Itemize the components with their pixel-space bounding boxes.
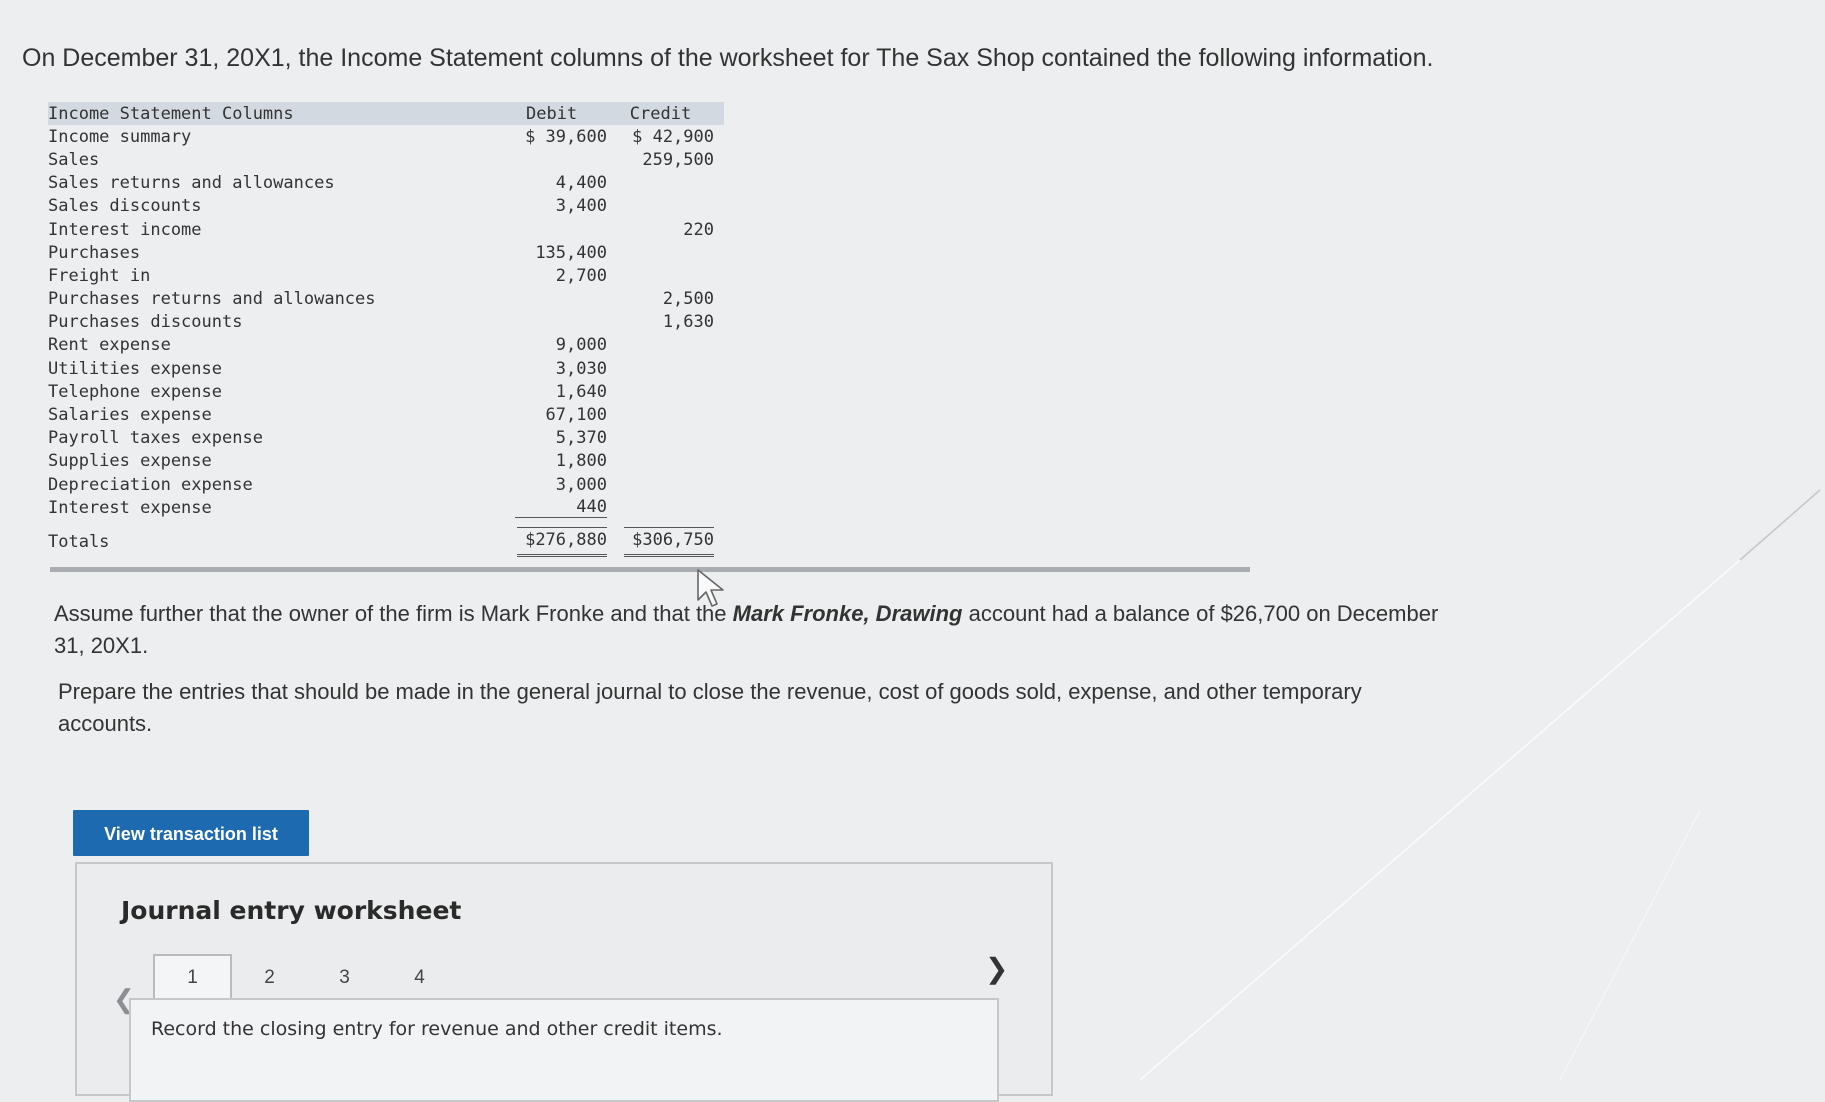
- account-name: Utilities expense: [48, 358, 222, 379]
- account-name: Purchases returns and allowances: [48, 289, 376, 310]
- table-body: Income summary $ 39,600 $ 42,900 Sales 259,…: [48, 125, 724, 558]
- account-name: Depreciation expense: [48, 474, 253, 495]
- account-name: Rent expense: [48, 335, 171, 356]
- view-transaction-list-button[interactable]: View transaction list: [73, 810, 309, 856]
- table-header-row: Income Statement Columns Debit Credit: [48, 102, 724, 126]
- table-row: Sales returns and allowances 4,400: [48, 172, 724, 195]
- debit-amount: 3,000: [555, 474, 607, 495]
- debit-amount: [496, 288, 607, 311]
- credit-amount: [607, 172, 724, 195]
- table-row: Income summary $ 39,600 $ 42,900: [48, 125, 724, 148]
- table-row: Payroll taxes expense 5,370: [48, 427, 724, 450]
- total-debit: $276,880: [516, 527, 607, 558]
- entry-prompt: Record the closing entry for revenue and…: [151, 1018, 723, 1040]
- debit-amount: 135,400: [535, 242, 607, 263]
- table-row: Sales discounts 3,400: [48, 195, 724, 218]
- debit-amount: 9,000: [555, 335, 607, 356]
- table-row: Salaries expense 67,100: [48, 403, 724, 426]
- debit-amount: 4,400: [555, 173, 607, 194]
- mouse-pointer-icon: [697, 569, 724, 607]
- worksheet-title: Journal entry worksheet: [121, 896, 462, 925]
- problem-intro: On December 31, 20X1, the Income Stateme…: [22, 44, 1434, 72]
- debit-amount: [496, 311, 607, 334]
- section-divider: [50, 567, 1250, 572]
- chevron-right-icon[interactable]: ❯: [985, 952, 1008, 985]
- table-row: Purchases 135,400: [48, 241, 724, 264]
- income-statement-table: Income Statement Columns Debit Credit In…: [48, 102, 724, 558]
- account-name: Salaries expense: [48, 405, 212, 426]
- debit-amount: 440: [496, 496, 607, 519]
- debit-amount: 2,700: [555, 265, 607, 286]
- credit-amount: [607, 403, 724, 426]
- table-row: Interest income 220: [48, 218, 724, 241]
- credit-amount: [607, 264, 724, 287]
- table-row: Telephone expense 1,640: [48, 380, 724, 403]
- totals-row: Totals $276,880 $306,750: [48, 519, 724, 558]
- account-name: Sales discounts: [48, 196, 202, 217]
- debit-amount: [496, 148, 607, 171]
- account-name: Telephone expense: [48, 381, 222, 402]
- total-credit: $306,750: [624, 527, 714, 558]
- screen-glare-reflection: [1140, 489, 1821, 1080]
- header-debit: Debit: [525, 103, 578, 124]
- credit-amount: [607, 357, 724, 380]
- account-name: Supplies expense: [48, 451, 212, 472]
- account-name: Freight in: [48, 265, 151, 286]
- account-name: Purchases: [48, 242, 141, 263]
- credit-amount: [607, 427, 724, 450]
- credit-amount: [607, 496, 724, 519]
- table-row: Purchases discounts 1,630: [48, 311, 724, 334]
- account-name: Purchases discounts: [48, 312, 243, 333]
- table-row: Sales 259,500: [48, 148, 724, 171]
- table-row: Purchases returns and allowances 2,500: [48, 288, 724, 311]
- account-name: Interest expense: [48, 497, 212, 518]
- credit-amount: 2,500: [662, 289, 714, 310]
- debit-amount: 3,030: [555, 358, 607, 379]
- account-name: Payroll taxes expense: [48, 428, 263, 449]
- debit-amount: 1,800: [555, 451, 607, 472]
- credit-amount: 1,630: [662, 312, 714, 333]
- debit-amount: 5,370: [555, 428, 607, 449]
- debit-amount: $ 39,600: [525, 126, 607, 147]
- table-row: Supplies expense 1,800: [48, 450, 724, 473]
- debit-amount: [496, 218, 607, 241]
- credit-amount: $ 42,900: [632, 126, 714, 147]
- table-row: Rent expense 9,000: [48, 334, 724, 357]
- credit-amount: 259,500: [642, 149, 714, 170]
- table-row: Interest expense 440: [48, 496, 724, 519]
- account-name: Income summary: [48, 126, 192, 147]
- entry-instructions-panel: Record the closing entry for revenue and…: [129, 998, 999, 1102]
- credit-amount: [607, 473, 724, 496]
- header-credit: Credit: [629, 103, 692, 124]
- debit-amount: 3,400: [555, 196, 607, 217]
- table-row: Depreciation expense 3,000: [48, 473, 724, 496]
- header-label: Income Statement Columns: [48, 103, 294, 124]
- totals-label: Totals: [48, 532, 110, 553]
- debit-amount: 67,100: [545, 405, 607, 426]
- credit-amount: 220: [683, 219, 714, 240]
- debit-amount: 1,640: [555, 381, 607, 402]
- table-row: Freight in 2,700: [48, 264, 724, 287]
- credit-amount: [607, 241, 724, 264]
- drawing-account-name: Mark Fronke, Drawing: [732, 601, 963, 626]
- table-row: Utilities expense 3,030: [48, 357, 724, 380]
- account-name: Interest income: [48, 219, 202, 240]
- account-name: Sales: [48, 149, 100, 170]
- credit-amount: [607, 334, 724, 357]
- credit-amount: [607, 380, 724, 403]
- credit-amount: [607, 450, 724, 473]
- credit-amount: [607, 195, 724, 218]
- account-name: Sales returns and allowances: [48, 173, 335, 194]
- journal-entry-worksheet: Journal entry worksheet ❮ 1 2 3 4 ❯ Reco…: [75, 862, 1053, 1102]
